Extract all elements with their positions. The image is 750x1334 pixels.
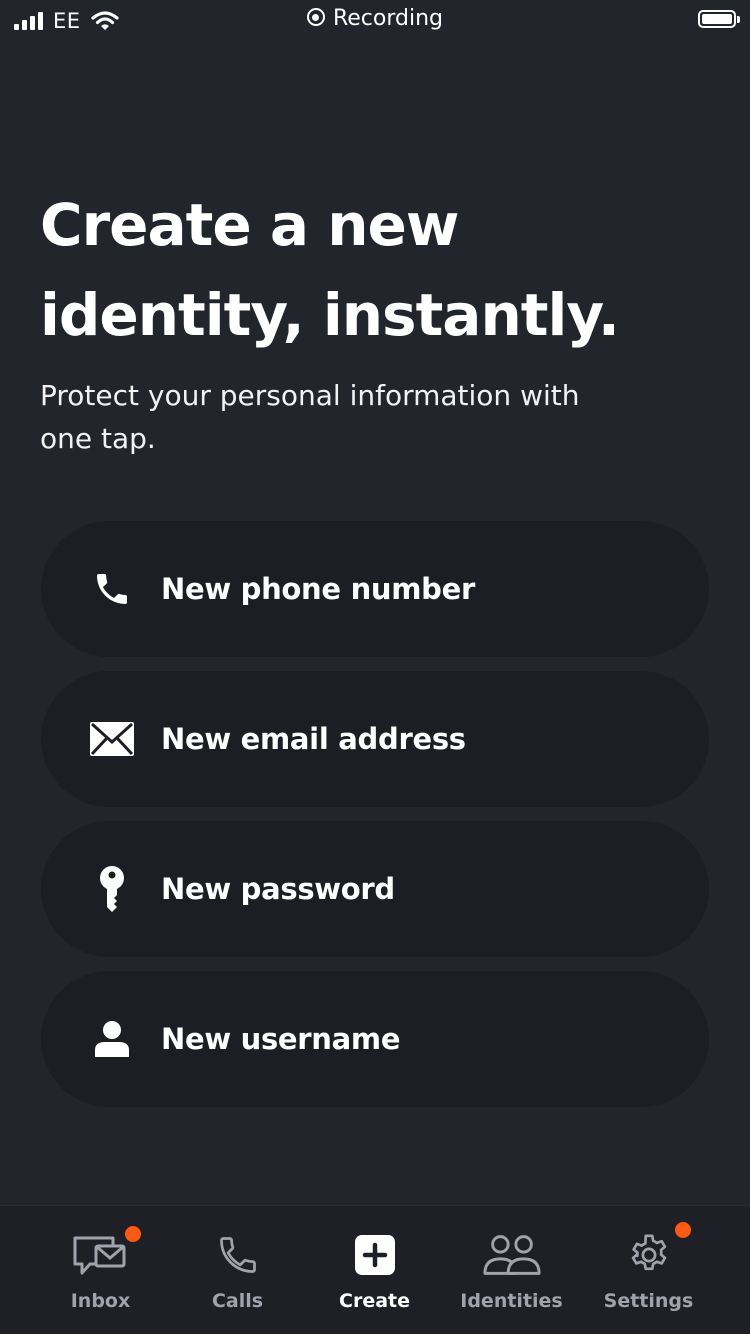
create-identity-screen: EE Recording Create a new identity, inst…	[0, 0, 750, 1334]
recording-label: Recording	[332, 6, 444, 31]
status-bar: EE Recording	[0, 0, 750, 42]
gear-icon	[619, 1222, 691, 1280]
plus-square-icon	[345, 1230, 405, 1280]
tab-label: Calls	[211, 1290, 264, 1312]
tab-identities[interactable]: Identities	[443, 1206, 580, 1334]
envelope-icon	[89, 716, 135, 762]
tab-create[interactable]: Create	[306, 1206, 443, 1334]
phone-icon	[89, 566, 135, 612]
tab-label: Settings	[603, 1290, 694, 1312]
tab-bar: Inbox Calls Create Identities Settings	[0, 1205, 750, 1334]
inbox-icon	[71, 1226, 141, 1280]
recording-indicator: Recording	[0, 6, 750, 31]
tab-label: Identities	[460, 1290, 563, 1312]
tab-calls[interactable]: Calls	[169, 1206, 306, 1334]
notification-badge	[124, 1226, 141, 1242]
option-label: New email address	[161, 722, 466, 756]
option-label: New phone number	[161, 572, 476, 606]
page-title-line-1: Create a new	[40, 191, 459, 259]
tab-settings[interactable]: Settings	[580, 1206, 717, 1334]
person-icon	[89, 1016, 135, 1062]
page-subtitle: Protect your personal information with o…	[40, 379, 580, 455]
page-title-line-2: identity, instantly.	[40, 281, 620, 349]
option-label: New username	[161, 1022, 401, 1056]
new-phone-number-button[interactable]: New phone number	[41, 521, 709, 657]
tab-label: Inbox	[70, 1290, 131, 1312]
page-title: Create a new identity, instantly.	[40, 180, 720, 360]
option-label: New password	[161, 872, 395, 906]
tab-label: Create	[339, 1290, 410, 1312]
phone-outline-icon	[208, 1230, 268, 1280]
new-email-address-button[interactable]: New email address	[41, 671, 709, 807]
new-username-button[interactable]: New username	[41, 971, 709, 1107]
notification-badge	[674, 1222, 691, 1238]
record-icon	[306, 8, 325, 26]
new-password-button[interactable]: New password	[41, 821, 709, 957]
key-icon	[89, 866, 135, 912]
battery-icon	[698, 10, 740, 28]
people-icon	[482, 1230, 542, 1280]
tab-inbox[interactable]: Inbox	[32, 1206, 169, 1334]
